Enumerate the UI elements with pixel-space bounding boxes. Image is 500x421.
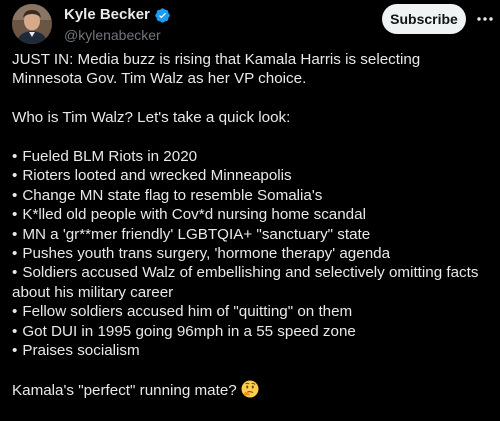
bullet-marker: •: [12, 342, 18, 360]
bullet-text: Pushes youth trans surgery, 'hormone the…: [22, 245, 391, 263]
bullet-item: • Rioters looted and wrecked Minneapolis: [12, 166, 492, 185]
ellipsis-icon: [477, 17, 493, 21]
bullet-item: • Fellow soldiers accused him of "quittin…: [12, 302, 492, 321]
tweet-intro: JUST IN: Media buzz is rising that Kamal…: [12, 51, 421, 88]
bullet-item: • Pushes youth trans surgery, 'hormone th…: [12, 244, 492, 263]
bullet-item: • Change MN state flag to resemble Somali…: [12, 186, 492, 205]
bullet-marker: •: [12, 148, 18, 165]
name-row: Kyle Becker: [64, 6, 171, 24]
bullet-text: Change MN state flag to resemble Somalia…: [22, 186, 323, 204]
bullet-text: Praises socialism: [22, 342, 140, 360]
verified-badge-icon: [155, 7, 170, 23]
bullet-item: • MN a 'gr**mer friendly' LGBTQIA+ "sanct…: [12, 225, 492, 244]
display-name[interactable]: Kyle Becker: [64, 6, 150, 24]
bullet-text: K*lled old people with Cov*d nursing hom…: [22, 206, 366, 224]
bullet-marker: •: [12, 264, 18, 282]
bullet-text: Soldiers accused Walz of embellishing an…: [12, 264, 479, 301]
bullet-marker: •: [12, 225, 18, 243]
bullet-text: MN a 'gr**mer friendly' LGBTQIA+ "sanctu…: [22, 225, 371, 243]
bullet-marker: •: [12, 245, 18, 263]
bullet-marker: •: [12, 322, 18, 340]
bullet-item: • Praises socialism: [12, 341, 492, 360]
bullet-list: • Fueled BLM Riots in 2020 • Rioters looted…: [12, 147, 492, 360]
bullet-text: Rioters looted and wrecked Minneapolis: [22, 167, 292, 185]
bullet-marker: •: [12, 206, 18, 224]
tweet-body: JUST IN: Media buzz is rising that Kamal…: [12, 50, 492, 400]
bullet-text: Got DUI in 1995 going 96mph in a 55 spee…: [22, 322, 356, 340]
closing-text: Kamala's "perfect" running mate?: [12, 381, 237, 399]
bullet-item: • Soldiers accused Walz of embellishing a…: [12, 263, 492, 302]
bullet-marker: •: [12, 167, 18, 185]
tweet-closing: Kamala's "perfect" running mate?: [12, 380, 492, 400]
bullet-item: • Fueled BLM Riots in 2020: [12, 147, 492, 166]
author-info: Kyle Becker @kylenabecker: [64, 6, 171, 44]
bullet-marker: •: [12, 303, 18, 321]
tweet: Kyle Becker @kylenabecker Subscribe JUST…: [0, 0, 500, 421]
subscribe-button[interactable]: Subscribe: [382, 4, 466, 34]
bullet-marker: •: [12, 186, 18, 204]
avatar[interactable]: [12, 4, 52, 44]
bullet-item: • Got DUI in 1995 going 96mph in a 55 spe…: [12, 322, 492, 341]
bullet-text: Fellow soldiers accused him of "quitting…: [22, 303, 353, 321]
tweet-question: Who is Tim Walz? Let's take a quick look…: [12, 109, 291, 127]
thinking-face-icon: [241, 380, 259, 398]
handle[interactable]: @kylenabecker: [64, 27, 171, 44]
bullet-item: • K*lled old people with Cov*d nursing ho…: [12, 205, 492, 224]
more-options-button[interactable]: [474, 8, 496, 30]
bullet-text: Fueled BLM Riots in 2020: [22, 148, 198, 165]
